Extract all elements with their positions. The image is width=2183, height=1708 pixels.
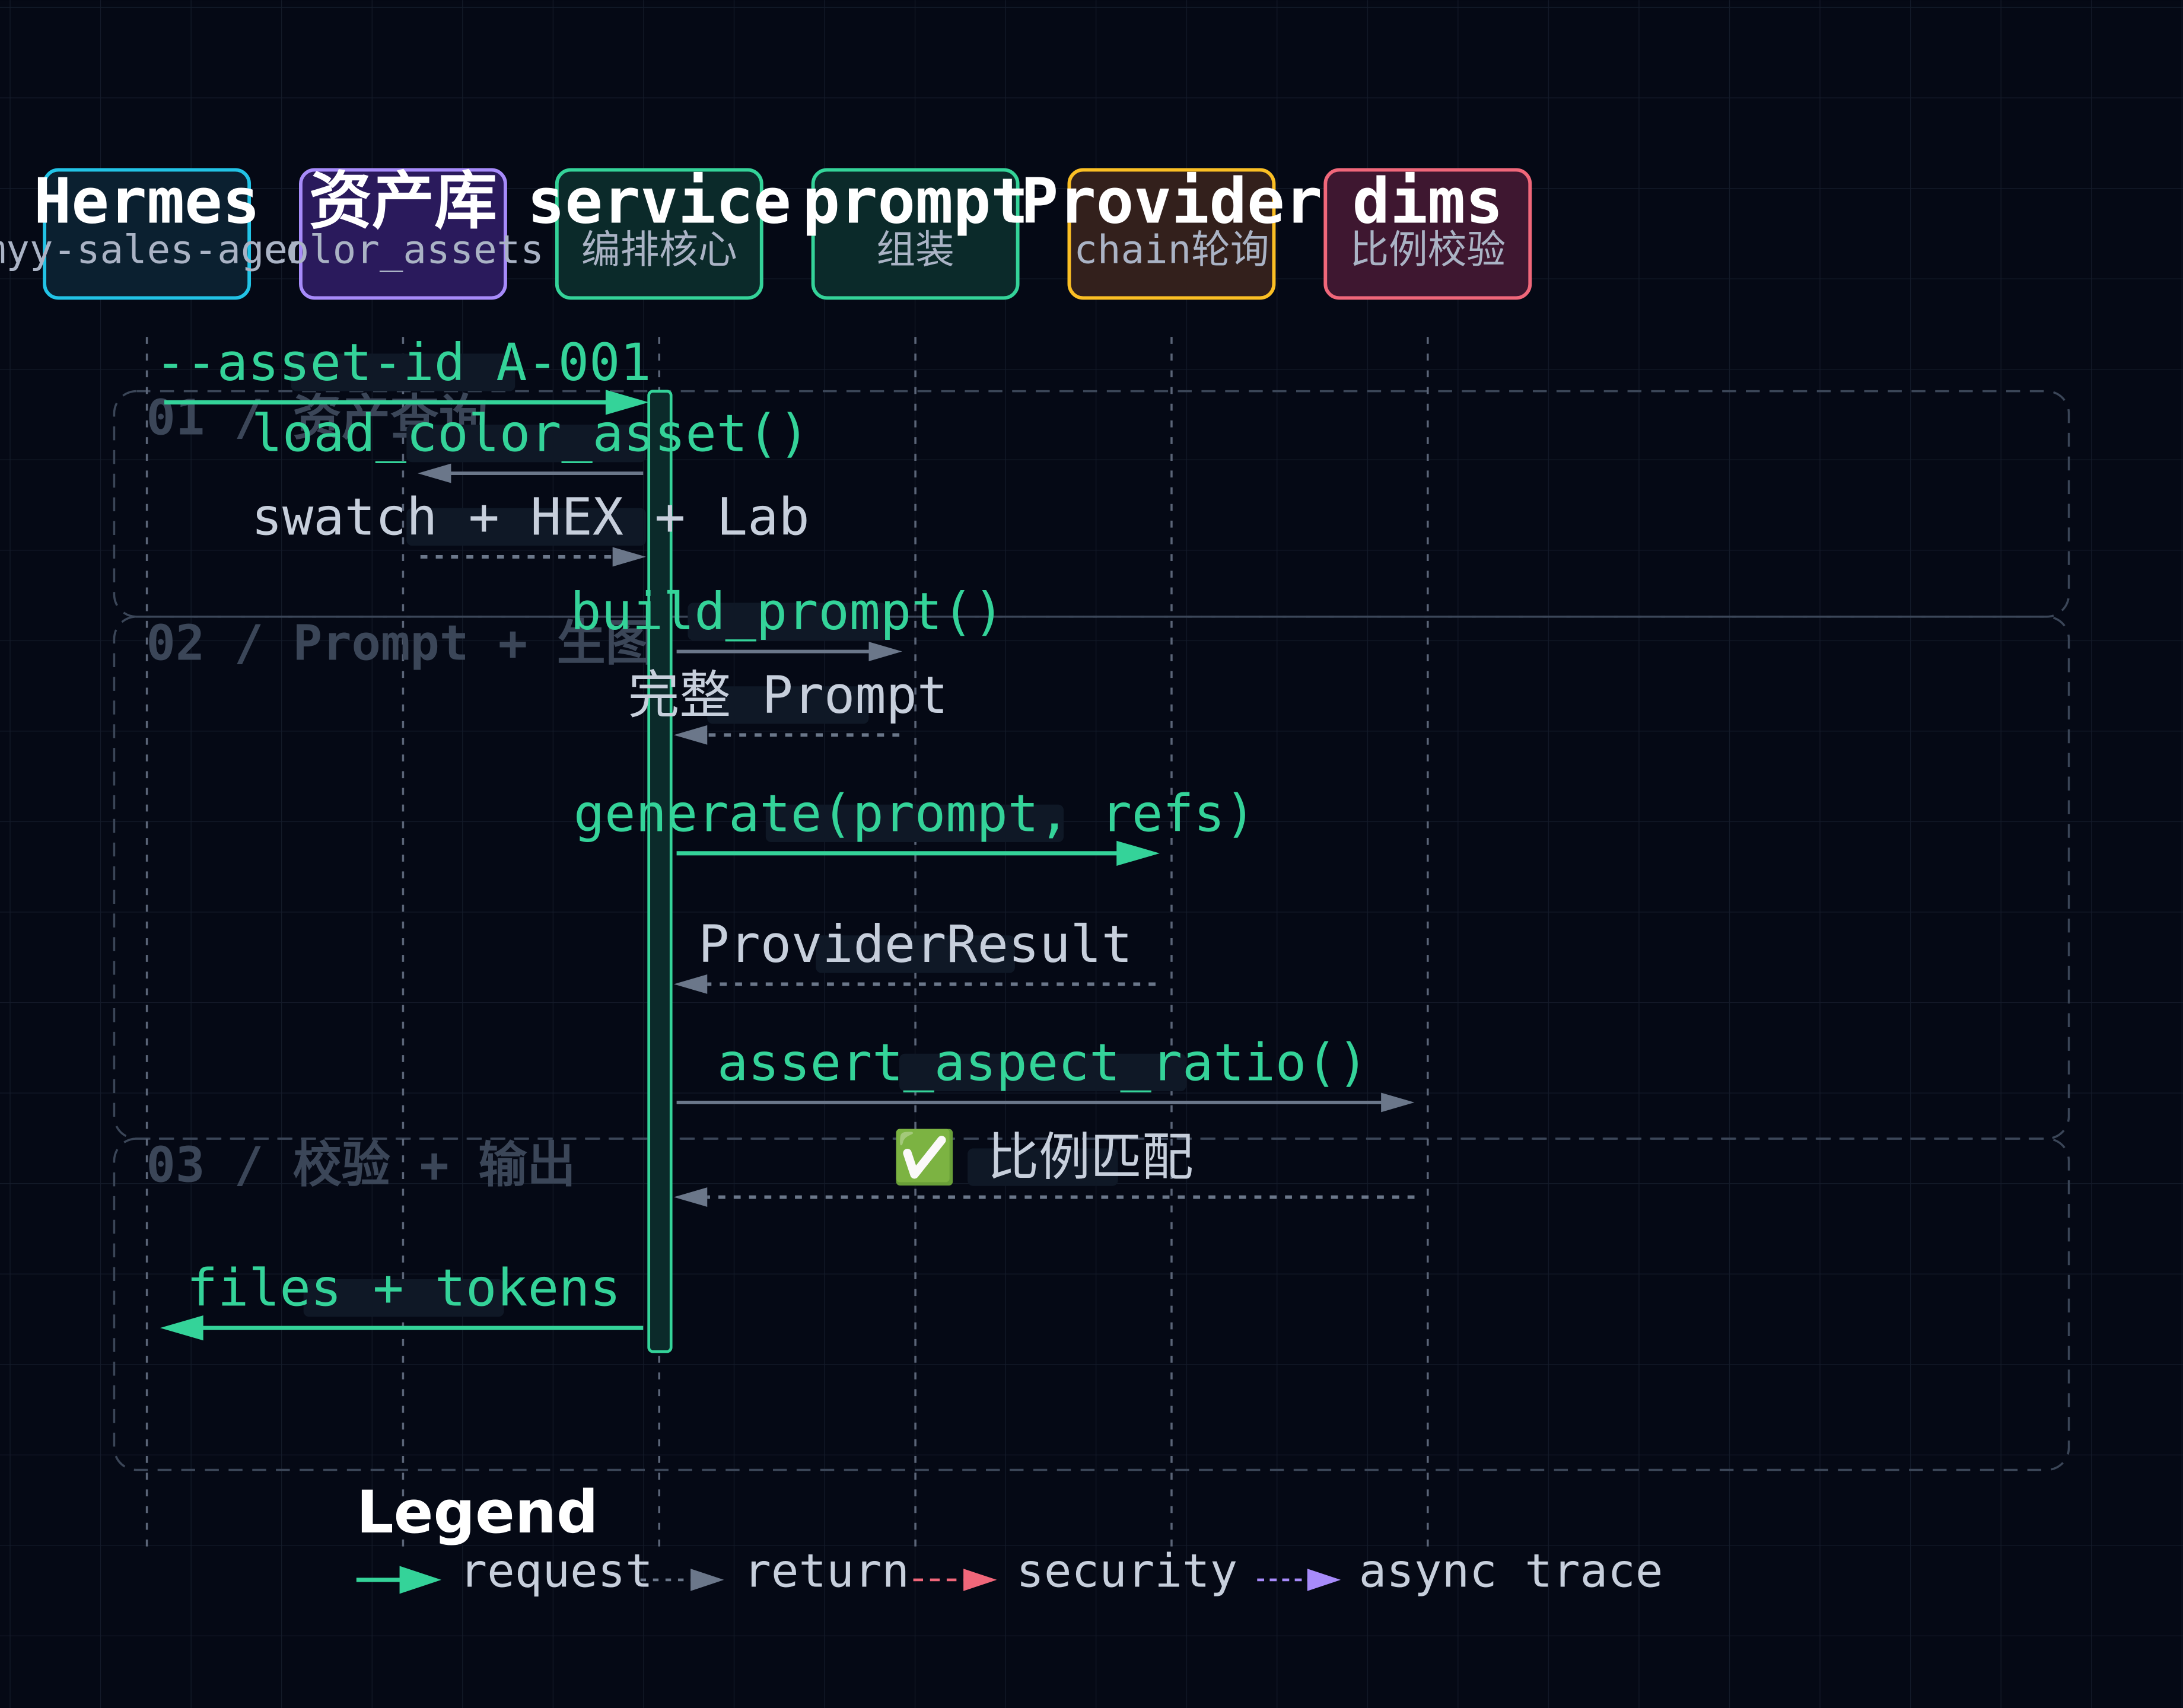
actor-prompt-title: prompt [802, 165, 1029, 238]
message-label: build_prompt() [570, 582, 1004, 642]
actor-service-subtitle: 编排核心 [581, 228, 737, 273]
actor-service-title: service [527, 165, 791, 238]
message-label: ✅ 比例匹配 [892, 1127, 1194, 1187]
message-label: swatch + HEX + Lab [252, 487, 810, 547]
actor-prompt[interactable]: prompt 组装 [802, 165, 1029, 300]
actor-assets-title: 资产库 [309, 165, 497, 238]
message-label: assert_aspect_ratio() [717, 1033, 1369, 1092]
actor-assets[interactable]: 资产库 color_assets [262, 165, 544, 300]
message-label: 完整 Prompt [628, 665, 949, 725]
actor-hermes-title: Hermes [34, 165, 260, 238]
actor-service[interactable]: service 编排核心 [527, 165, 791, 300]
message-label: --asset-id A-001 [155, 333, 651, 393]
message-label: files + tokens [187, 1258, 621, 1318]
phase-label-03: 03 / 校验 + 输出 [146, 1137, 575, 1194]
actor-provider-subtitle: chain轮询 [1074, 228, 1269, 273]
actor-prompt-subtitle: 组装 [876, 228, 954, 273]
legend-label: return [743, 1545, 909, 1598]
actor-dims[interactable]: dims 比例校验 [1323, 165, 1532, 300]
actor-dims-subtitle: 比例校验 [1350, 228, 1506, 273]
legend-label: security [1016, 1545, 1237, 1598]
message-label: load_color_asset() [252, 404, 810, 464]
actor-assets-subtitle: color_assets [262, 228, 544, 273]
message-files-tokens[interactable]: files + tokens [160, 1258, 644, 1341]
message-label: generate(prompt, refs) [574, 783, 1256, 843]
legend-label: request [459, 1545, 653, 1598]
legend-title: Legend [357, 1479, 599, 1547]
message-asset-id[interactable]: --asset-id A-001 [155, 333, 651, 415]
actor-provider-title: Provider [1021, 165, 1323, 238]
message-label: ProviderResult [698, 914, 1132, 974]
sequence-diagram: 01 / 资产查询 02 / Prompt + 生图 03 / 校验 + 输出 … [0, 0, 2183, 1708]
legend-label: async trace [1359, 1545, 1663, 1598]
actor-dims-title: dims [1353, 165, 1503, 238]
